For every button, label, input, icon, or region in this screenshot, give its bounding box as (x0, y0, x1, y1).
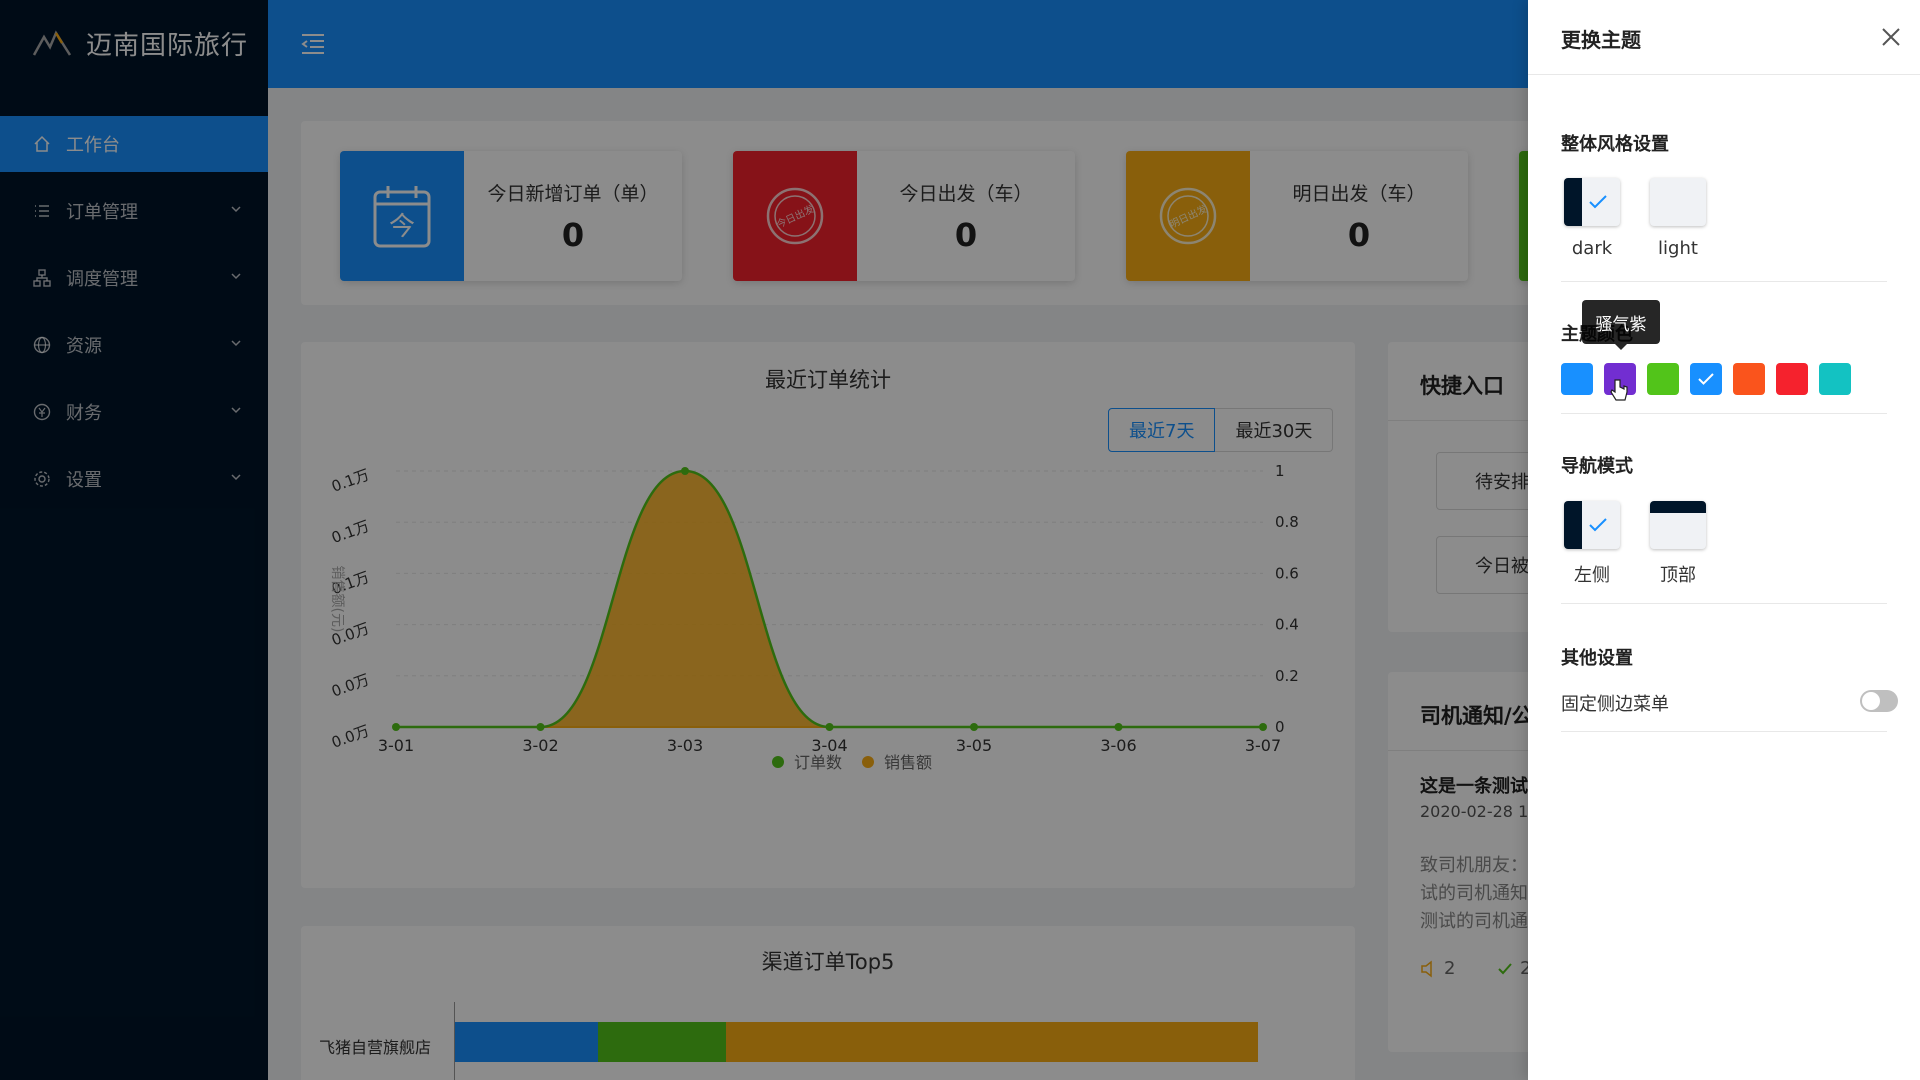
check-icon (1698, 373, 1714, 385)
nav-left-label: 左侧 (1574, 565, 1610, 586)
check-icon (1589, 518, 1607, 532)
theme-drawer: 更换主题 整体风格设置 dark light 主题颜色 导航模式 左侧 顶部 其… (1528, 0, 1920, 1080)
swatch-cyan[interactable] (1819, 363, 1851, 395)
swatch-green[interactable] (1647, 363, 1679, 395)
divider (1561, 603, 1887, 604)
fixed-sidebar-switch[interactable] (1860, 690, 1898, 712)
nav-mode-section-title: 导航模式 (1561, 456, 1633, 477)
divider (1561, 281, 1887, 282)
pointer-cursor-icon (1610, 379, 1628, 401)
nav-top-label: 顶部 (1660, 565, 1696, 586)
style-light-option[interactable] (1650, 178, 1706, 226)
swatch-daybreak-blue[interactable] (1690, 363, 1722, 395)
other-settings-section-title: 其他设置 (1561, 648, 1633, 669)
style-section-title: 整体风格设置 (1561, 134, 1669, 155)
style-dark-label: dark (1571, 238, 1613, 259)
fixed-sidebar-label: 固定侧边菜单 (1561, 694, 1669, 715)
swatch-blue[interactable] (1561, 363, 1593, 395)
swatch-orange[interactable] (1733, 363, 1765, 395)
divider (1561, 731, 1887, 732)
swatch-red[interactable] (1776, 363, 1808, 395)
close-icon[interactable] (1880, 26, 1902, 48)
check-icon (1589, 195, 1607, 209)
drawer-title: 更换主题 (1561, 28, 1641, 52)
nav-left-option[interactable] (1564, 501, 1620, 549)
divider (1561, 413, 1887, 414)
nav-top-option[interactable] (1650, 501, 1706, 549)
swatch-tooltip: 骚气紫 (1582, 300, 1660, 350)
style-dark-option[interactable] (1564, 178, 1620, 226)
style-light-label: light (1658, 238, 1698, 259)
